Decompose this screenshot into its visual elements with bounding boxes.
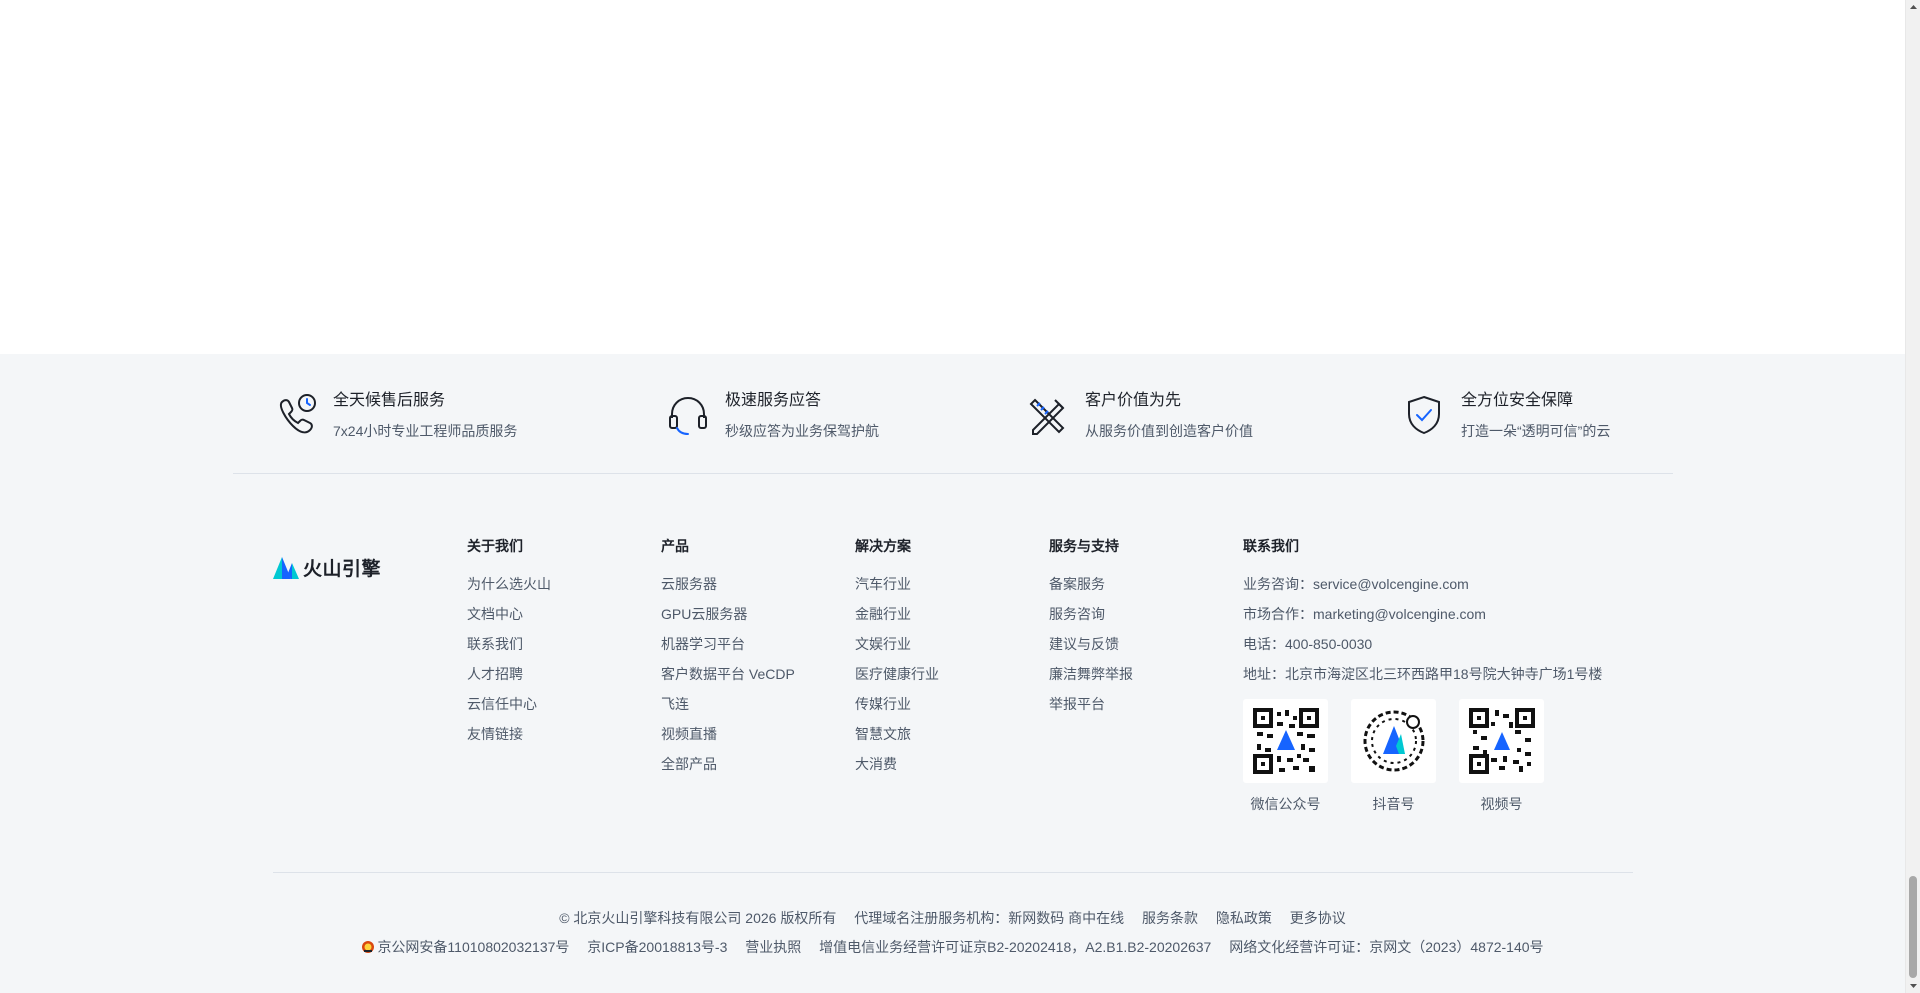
- column-title: 服务与支持: [1049, 538, 1119, 554]
- footer-col-contact: 联系我们 业务咨询：service@volcengine.com 市场合作：ma…: [1243, 536, 1602, 694]
- footer-link[interactable]: 视频直播: [661, 724, 795, 744]
- registrar-link[interactable]: 代理域名注册服务机构：新网数码 商中在线: [854, 910, 1124, 926]
- icp-link[interactable]: 京ICP备20018813号-3: [587, 939, 727, 955]
- footer-link[interactable]: 云信任中心: [467, 694, 551, 714]
- footer-link[interactable]: 人才招聘: [467, 664, 551, 684]
- feature-security: 全方位安全保障 打造一朵“透明可信”的云: [1401, 390, 1610, 441]
- telecom-license-link[interactable]: 增值电信业务经营许可证京B2-20202418，A2.B1.B2-2020263…: [819, 939, 1211, 955]
- footer-col-products: 产品 云服务器 GPU云服务器 机器学习平台 客户数据平台 VeCDP 飞连 视…: [661, 536, 795, 784]
- headset-icon: [669, 396, 707, 435]
- police-badge-icon: [362, 941, 375, 953]
- footer-link[interactable]: 联系我们: [467, 634, 551, 654]
- contact-business-email[interactable]: 业务咨询：service@volcengine.com: [1243, 574, 1602, 594]
- footer-link[interactable]: 友情链接: [467, 724, 551, 744]
- business-license-link[interactable]: 营业执照: [745, 939, 801, 955]
- qr-video-channel: 视频号: [1459, 699, 1544, 814]
- column-title: 解决方案: [855, 538, 911, 554]
- feature-customer-value: 客户价值为先 从服务价值到创造客户价值: [1025, 390, 1253, 441]
- qr-wechat: 微信公众号: [1243, 699, 1328, 814]
- footer-link[interactable]: 传媒行业: [855, 694, 939, 714]
- legal-row-2: 京公网安备11010802032137号 京ICP备20018813号-3 营业…: [0, 937, 1905, 957]
- qr-code-icon: [1468, 708, 1535, 774]
- footer-link[interactable]: GPU云服务器: [661, 604, 795, 624]
- feature-title: 全天候售后服务: [333, 392, 446, 409]
- more-agreements-link[interactable]: 更多协议: [1290, 910, 1346, 926]
- footer-link[interactable]: 备案服务: [1049, 574, 1133, 594]
- footer-col-about: 关于我们 为什么选火山 文档中心 联系我们 人才招聘 云信任中心 友情链接: [467, 536, 551, 754]
- footer-col-support: 服务与支持 备案服务 服务咨询 建议与反馈 廉洁舞弊举报 举报平台: [1049, 536, 1133, 724]
- volcano-logo-icon: [273, 556, 299, 579]
- feature-fast-response: 极速服务应答 秒级应答为业务保驾护航: [665, 390, 879, 441]
- vertical-scrollbar[interactable]: [1905, 0, 1920, 993]
- footer-link[interactable]: 医疗健康行业: [855, 664, 939, 684]
- footer-link[interactable]: 客户数据平台 VeCDP: [661, 664, 795, 684]
- qr-label: 抖音号: [1372, 796, 1415, 812]
- police-record-text: 京公网安备11010802032137号: [377, 939, 570, 955]
- contact-marketing-email[interactable]: 市场合作：marketing@volcengine.com: [1243, 604, 1602, 624]
- footer-link[interactable]: 举报平台: [1049, 694, 1133, 714]
- footer-link[interactable]: 机器学习平台: [661, 634, 795, 654]
- feature-title: 全方位安全保障: [1461, 392, 1574, 409]
- qr-label: 视频号: [1480, 796, 1523, 812]
- column-title: 产品: [661, 538, 689, 554]
- footer-divider: [273, 872, 1633, 873]
- shield-check-icon: [1408, 395, 1440, 435]
- qr-code-group: 微信公众号 抖音号 视频号: [1243, 699, 1567, 814]
- footer-link[interactable]: 廉洁舞弊举报: [1049, 664, 1133, 684]
- footer-link[interactable]: 文娱行业: [855, 634, 939, 654]
- footer-link[interactable]: 全部产品: [661, 754, 795, 774]
- culture-license-link[interactable]: 网络文化经营许可证：京网文（2023）4872-140号: [1229, 939, 1543, 955]
- scroll-up-arrow-icon[interactable]: [1906, 0, 1920, 15]
- footer-col-solutions: 解决方案 汽车行业 金融行业 文娱行业 医疗健康行业 传媒行业 智慧文旅 大消费: [855, 536, 939, 784]
- blank-content-area: [0, 0, 1905, 354]
- scroll-down-arrow-icon[interactable]: [1906, 978, 1920, 993]
- column-title: 关于我们: [467, 538, 523, 554]
- footer-link[interactable]: 云服务器: [661, 574, 795, 594]
- feature-title: 客户价值为先: [1085, 392, 1182, 409]
- terms-link[interactable]: 服务条款: [1142, 910, 1198, 926]
- footer-link[interactable]: 大消费: [855, 754, 939, 774]
- tools-icon: [1029, 398, 1065, 435]
- footer-link[interactable]: 建议与反馈: [1049, 634, 1133, 654]
- service-highlights: 全天候售后服务 7x24小时专业工程师品质服务 极速服务应答 秒级应答为业务保驾…: [233, 354, 1673, 474]
- qr-label: 微信公众号: [1250, 796, 1321, 812]
- footer-link[interactable]: 飞连: [661, 694, 795, 714]
- footer-link[interactable]: 文档中心: [467, 604, 551, 624]
- footer-link[interactable]: 服务咨询: [1049, 604, 1133, 624]
- qr-code-icon: [1252, 708, 1319, 774]
- contact-address: 地址：北京市海淀区北三环西路甲18号院大钟寺广场1号楼: [1243, 666, 1603, 682]
- feature-desc: 秒级应答为业务保驾护航: [725, 423, 879, 439]
- feature-desc: 打造一朵“透明可信”的云: [1461, 423, 1611, 439]
- footer-link[interactable]: 为什么选火山: [467, 574, 551, 594]
- footer-link[interactable]: 智慧文旅: [855, 724, 939, 744]
- column-title: 联系我们: [1243, 538, 1299, 554]
- brand-logo[interactable]: 火山引擎: [273, 554, 381, 581]
- feature-desc: 7x24小时专业工程师品质服务: [333, 423, 518, 439]
- qr-code-icon: [1363, 710, 1424, 772]
- legal-row-1: © 北京火山引擎科技有限公司 2026 版权所有 代理域名注册服务机构：新网数码…: [0, 908, 1905, 928]
- privacy-link[interactable]: 隐私政策: [1216, 910, 1272, 926]
- feature-title: 极速服务应答: [725, 392, 822, 409]
- scroll-thumb[interactable]: [1909, 876, 1917, 978]
- copyright-text: © 北京火山引擎科技有限公司 2026 版权所有: [559, 910, 837, 926]
- footer-link[interactable]: 金融行业: [855, 604, 939, 624]
- footer-link[interactable]: 汽车行业: [855, 574, 939, 594]
- qr-douyin: 抖音号: [1351, 699, 1436, 814]
- phone-clock-icon: [280, 394, 316, 434]
- contact-phone: 电话：400-850-0030: [1243, 636, 1373, 652]
- brand-name: 火山引擎: [303, 559, 382, 580]
- feature-desc: 从服务价值到创造客户价值: [1085, 423, 1253, 439]
- page: 全天候售后服务 7x24小时专业工程师品质服务 极速服务应答 秒级应答为业务保驾…: [0, 0, 1920, 993]
- site-footer: 全天候售后服务 7x24小时专业工程师品质服务 极速服务应答 秒级应答为业务保驾…: [0, 354, 1905, 993]
- feature-after-sales: 全天候售后服务 7x24小时专业工程师品质服务: [273, 390, 517, 441]
- police-record-link[interactable]: 京公网安备11010802032137号: [361, 939, 573, 955]
